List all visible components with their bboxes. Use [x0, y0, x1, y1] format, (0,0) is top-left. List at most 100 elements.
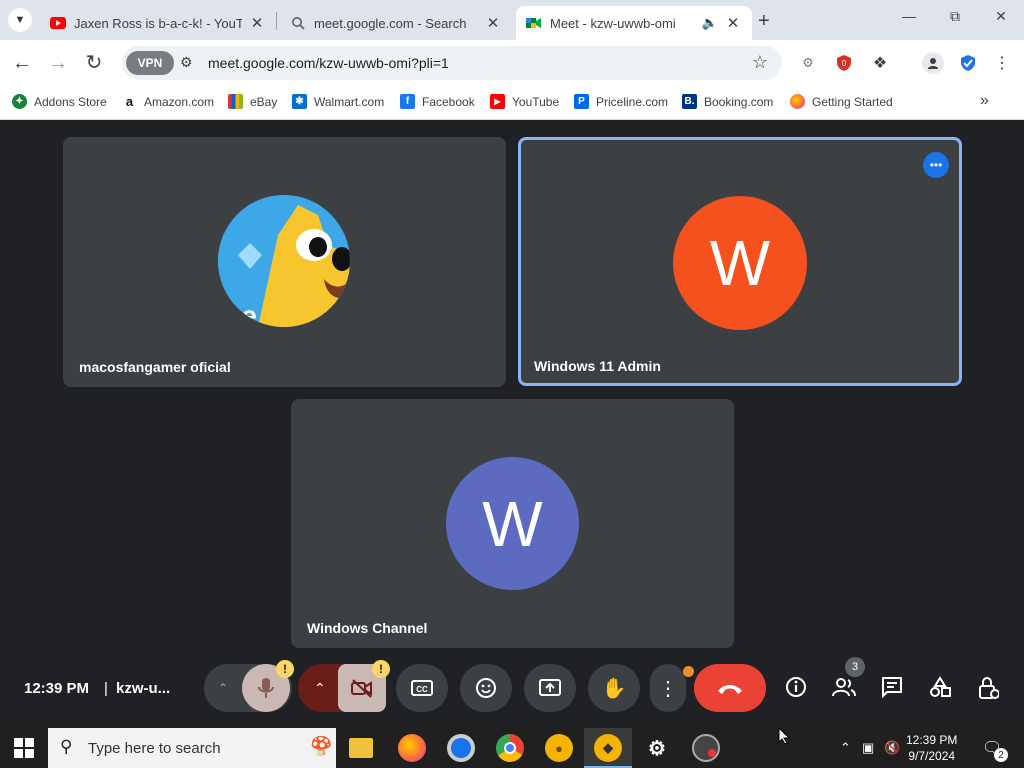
leave-call-button[interactable]: [694, 664, 766, 712]
bookmark-addons-store[interactable]: ✦ Addons Store: [12, 94, 107, 109]
more-options-button[interactable]: ⋮: [650, 664, 686, 712]
warning-icon: !: [372, 660, 390, 678]
captions-button[interactable]: CC: [396, 664, 448, 712]
taskbar-time: 12:39 PM: [906, 733, 958, 747]
profile-avatar-icon[interactable]: [922, 52, 944, 74]
meet-icon: [526, 15, 542, 31]
bookmark-star-icon[interactable]: ☆: [752, 52, 768, 73]
address-bar[interactable]: VPN ⚙ meet.google.com/kzw-uwwb-omi?pli=1…: [122, 46, 782, 80]
audio-playing-icon[interactable]: 🔈: [702, 15, 718, 31]
tab-youtube[interactable]: Jaxen Ross is b-a-c-k! - YouTube ✕: [40, 6, 276, 40]
firefox-taskbar-icon[interactable]: [398, 734, 426, 762]
bookmark-getting-started[interactable]: Getting Started: [790, 94, 893, 109]
meeting-info-button[interactable]: [782, 676, 810, 704]
bookmark-facebook[interactable]: f Facebook: [400, 94, 475, 109]
coin-app-icon[interactable]: ●: [545, 734, 573, 762]
participant-tile[interactable]: ike macosfangamer oficial: [63, 137, 506, 387]
close-icon[interactable]: ✕: [484, 14, 502, 32]
volume-muted-icon[interactable]: 🔇: [884, 740, 900, 756]
avatar: W: [446, 457, 579, 590]
security-shield-icon[interactable]: [957, 52, 979, 74]
bookmark-label: Amazon.com: [144, 94, 215, 109]
tab-search[interactable]: meet.google.com - Search ✕: [280, 6, 512, 40]
more-options-icon[interactable]: •••: [923, 152, 949, 178]
svg-text:0: 0: [842, 59, 847, 68]
obs-app-icon[interactable]: [692, 734, 720, 762]
window-close-icon[interactable]: ✕: [986, 8, 1016, 25]
meet-control-bar: 12:39 PM | kzw-u... ⌃ ! ⌃ ! CC ✋ ⋮ 3: [0, 650, 1024, 728]
bookmark-ebay[interactable]: eBay: [228, 94, 277, 109]
taskbar-search-box[interactable]: ⚲ Type here to search 🍄: [48, 728, 336, 768]
host-controls-button[interactable]: [974, 676, 1002, 706]
browser-tab-strip: ▼ Jaxen Ross is b-a-c-k! - YouTube ✕ mee…: [0, 0, 1024, 40]
chromium-icon[interactable]: [447, 734, 475, 762]
shield-extension-icon[interactable]: 0: [833, 52, 855, 74]
bookmark-amazon[interactable]: a Amazon.com: [122, 94, 214, 109]
more-vertical-icon: ⋮: [658, 677, 678, 700]
people-button[interactable]: [830, 676, 858, 704]
restore-icon[interactable]: ⧉: [940, 8, 970, 25]
camera-off-icon: [351, 679, 372, 698]
end-call-icon: [718, 685, 742, 694]
raise-hand-button[interactable]: ✋: [588, 664, 640, 712]
chevron-more-bookmarks-icon[interactable]: »: [980, 92, 989, 110]
priceline-icon: P: [574, 94, 589, 109]
meeting-clock: 12:39 PM: [24, 680, 90, 697]
participant-tile[interactable]: W Windows Channel: [291, 399, 734, 648]
windows-start-icon[interactable]: [14, 738, 34, 758]
reactions-button[interactable]: [460, 664, 512, 712]
bookmark-label: Addons Store: [34, 94, 107, 109]
new-tab-button[interactable]: +: [758, 10, 770, 33]
close-icon[interactable]: ✕: [724, 14, 742, 32]
chevron-up-tray-icon[interactable]: ⌃: [840, 740, 851, 756]
meet-stage: ike macosfangamer oficial ••• W Windows …: [0, 121, 1024, 728]
site-settings-icon[interactable]: ⚙: [180, 54, 193, 71]
taskbar-date: 9/7/2024: [908, 749, 956, 763]
emoji-icon: [476, 678, 496, 698]
tab-search-icon[interactable]: ▼: [8, 8, 32, 32]
activities-shapes-icon: [930, 676, 951, 697]
chevron-up-icon[interactable]: ⌃: [218, 681, 228, 695]
search-placeholder: Type here to search: [88, 740, 221, 757]
tab-meet[interactable]: Meet - kzw-uwwb-omi 🔈 ✕: [516, 6, 752, 40]
avatar: W: [673, 196, 807, 330]
puzzle-extensions-icon[interactable]: ❖: [869, 52, 891, 74]
url-text[interactable]: meet.google.com/kzw-uwwb-omi?pli=1: [208, 55, 449, 71]
file-explorer-icon[interactable]: [349, 738, 373, 758]
more-menu-icon[interactable]: ⋮: [991, 52, 1013, 74]
reload-icon[interactable]: ↻: [82, 51, 106, 75]
taskbar-clock[interactable]: 12:39 PM 9/7/2024: [906, 732, 957, 764]
firefox-icon: [790, 94, 805, 109]
participant-tile[interactable]: ••• W Windows 11 Admin: [518, 137, 962, 386]
notification-count-badge: 2: [994, 748, 1008, 762]
minimize-icon[interactable]: —: [894, 8, 924, 24]
bookmark-walmart[interactable]: ✱ Walmart.com: [292, 94, 384, 109]
youtube-icon: [50, 15, 66, 31]
bookmark-priceline[interactable]: P Priceline.com: [574, 94, 668, 109]
participant-count-badge: 3: [845, 657, 865, 677]
ebay-icon: [228, 94, 243, 109]
present-screen-button[interactable]: [524, 664, 576, 712]
back-icon[interactable]: ←: [10, 51, 34, 75]
tab-title: Meet - kzw-uwwb-omi: [550, 15, 676, 31]
activities-button[interactable]: [926, 676, 954, 704]
chat-button[interactable]: [878, 676, 906, 704]
vpn-badge[interactable]: VPN: [126, 51, 174, 75]
bookmark-booking[interactable]: B. Booking.com: [682, 94, 773, 109]
windows-taskbar: ⚲ Type here to search 🍄 ● ◆ ⚙ ⌃ ▣ 🔇 12:3…: [0, 728, 1024, 768]
forward-icon[interactable]: →: [46, 51, 70, 75]
chrome-icon[interactable]: [496, 734, 524, 762]
bookmark-label: Walmart.com: [314, 94, 385, 109]
close-icon[interactable]: ✕: [248, 14, 266, 32]
browser-shield-app-icon[interactable]: ◆: [594, 734, 622, 762]
hand-icon: ✋: [601, 677, 627, 700]
meeting-code[interactable]: kzw-u...: [116, 680, 170, 697]
bookmark-youtube[interactable]: ▶ YouTube: [490, 94, 559, 109]
chevron-up-icon[interactable]: ⌃: [314, 680, 326, 697]
tab-title: meet.google.com - Search: [314, 15, 467, 31]
settings-gear-icon[interactable]: ⚙: [643, 734, 671, 762]
network-icon[interactable]: ▣: [862, 740, 874, 756]
booking-icon: B.: [682, 94, 697, 109]
extension-gear-icon[interactable]: ⚙: [797, 52, 819, 74]
participant-name: Windows 11 Admin: [534, 358, 661, 374]
